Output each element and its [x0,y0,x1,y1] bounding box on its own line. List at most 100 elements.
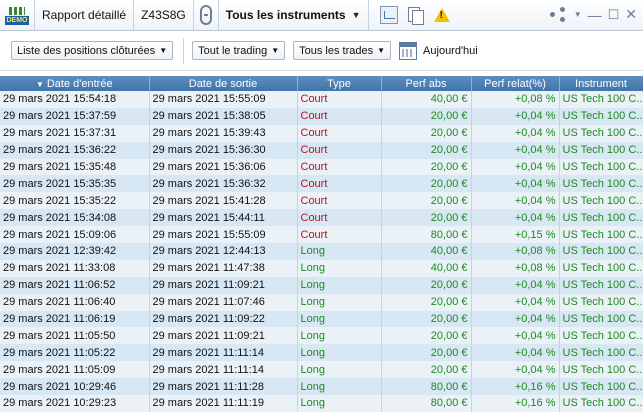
table-row[interactable]: 29 mars 2021 10:29:23 29 mars 2021 11:11:… [0,395,643,412]
column-header-instrument[interactable]: Instrument [559,76,643,91]
column-header-perf-rel[interactable]: Perf relat(%) [471,76,560,91]
perf-abs-cell: 20,00 € [381,327,472,345]
perf-rel-cell: +0,15 % [471,226,560,244]
perf-abs-cell: 20,00 € [381,344,472,362]
type-cell: Long [297,327,382,345]
demo-badge-label: DEMO [5,16,29,25]
instrument-cell: US Tech 100 C... [559,243,643,260]
entry-date-cell: 29 mars 2021 15:09:06 [0,226,150,244]
calendar-icon[interactable] [399,41,418,60]
exit-date-cell: 29 mars 2021 11:11:19 [149,395,298,412]
table-row[interactable]: 29 mars 2021 15:54:18 29 mars 2021 15:55:… [0,91,643,108]
column-header-entry-date[interactable]: ▼ Date d'entrée [0,76,150,91]
type-cell: Long [297,395,382,412]
table-row[interactable]: 29 mars 2021 11:33:08 29 mars 2021 11:47:… [0,259,643,277]
instrument-cell: US Tech 100 C... [559,378,643,396]
table-row[interactable]: 29 mars 2021 11:06:40 29 mars 2021 11:07:… [0,293,643,311]
perf-abs-cell: 20,00 € [381,293,472,311]
chart-icon[interactable] [379,6,398,24]
table-row[interactable]: 29 mars 2021 11:05:22 29 mars 2021 11:11:… [0,344,643,362]
perf-abs-cell: 20,00 € [381,158,472,176]
link-icon [199,5,212,25]
link-toggle[interactable] [194,0,219,30]
table-row[interactable]: 29 mars 2021 15:37:59 29 mars 2021 15:38:… [0,107,643,125]
type-cell: Long [297,243,382,260]
table-row[interactable]: 29 mars 2021 15:37:31 29 mars 2021 15:39:… [0,124,643,142]
trading-filter-dropdown[interactable]: Tout le trading ▼ [192,41,286,60]
positions-filter-dropdown[interactable]: Liste des positions clôturées ▼ [11,41,174,60]
exit-date-cell: 29 mars 2021 15:55:09 [149,226,298,244]
type-cell: Long [297,310,382,328]
date-range-label[interactable]: Aujourd'hui [423,45,478,57]
perf-rel-cell: +0,04 % [471,192,560,210]
report-title-label: Rapport détaillé [42,8,127,22]
table-row[interactable]: 29 mars 2021 11:06:19 29 mars 2021 11:09:… [0,310,643,328]
perf-rel-cell: +0,04 % [471,141,560,159]
perf-abs-cell: 80,00 € [381,226,472,244]
table-row[interactable]: 29 mars 2021 11:05:09 29 mars 2021 11:11:… [0,361,643,379]
table-row[interactable]: 29 mars 2021 12:39:42 29 mars 2021 12:44:… [0,243,643,260]
table-row[interactable]: 29 mars 2021 15:34:08 29 mars 2021 15:44:… [0,209,643,227]
sort-desc-icon: ▼ [35,79,44,89]
table-row[interactable]: 29 mars 2021 10:29:46 29 mars 2021 11:11:… [0,378,643,396]
exit-date-cell: 29 mars 2021 12:44:13 [149,243,298,260]
column-header-type[interactable]: Type [297,76,382,91]
instrument-cell: US Tech 100 C... [559,310,643,328]
entry-date-cell: 29 mars 2021 10:29:23 [0,395,150,412]
trades-filter-dropdown[interactable]: Tous les trades ▼ [293,41,392,60]
perf-abs-cell: 40,00 € [381,243,472,260]
exit-date-cell: 29 mars 2021 15:36:06 [149,158,298,176]
column-header-exit-date[interactable]: Date de sortie [149,76,298,91]
entry-date-cell: 29 mars 2021 11:05:09 [0,361,150,379]
exit-date-cell: 29 mars 2021 11:11:28 [149,378,298,396]
entry-date-cell: 29 mars 2021 11:05:22 [0,344,150,362]
entry-date-cell: 29 mars 2021 15:37:59 [0,107,150,125]
perf-abs-cell: 20,00 € [381,141,472,159]
type-cell: Court [297,209,382,227]
exit-date-cell: 29 mars 2021 11:47:38 [149,259,298,277]
entry-date-cell: 29 mars 2021 11:06:52 [0,276,150,294]
exit-date-cell: 29 mars 2021 11:11:14 [149,344,298,362]
table-row[interactable]: 29 mars 2021 15:09:06 29 mars 2021 15:55:… [0,226,643,244]
chevron-down-icon: ▼ [159,46,168,55]
report-title[interactable]: Rapport détaillé [35,0,135,30]
table-row[interactable]: 29 mars 2021 15:35:22 29 mars 2021 15:41:… [0,192,643,210]
type-cell: Long [297,276,382,294]
perf-abs-cell: 20,00 € [381,361,472,379]
toolbar-divider [183,37,185,64]
warning-icon[interactable]: ! [433,8,450,22]
entry-date-cell: 29 mars 2021 11:06:40 [0,293,150,311]
share-icon[interactable] [549,6,566,23]
entry-date-cell: 29 mars 2021 15:37:31 [0,124,150,142]
minimize-icon[interactable]: — [588,7,602,23]
table-row[interactable]: 29 mars 2021 15:36:22 29 mars 2021 15:36:… [0,141,643,159]
instrument-cell: US Tech 100 C... [559,327,643,345]
type-cell: Court [297,226,382,244]
share-dropdown-icon[interactable]: ▼ [574,10,582,19]
account-id[interactable]: Z43S8G [134,0,194,30]
perf-rel-cell: +0,04 % [471,209,560,227]
instrument-cell: US Tech 100 C... [559,124,643,142]
table-row[interactable]: 29 mars 2021 15:35:35 29 mars 2021 15:36:… [0,175,643,193]
perf-rel-cell: +0,04 % [471,276,560,294]
instrument-cell: US Tech 100 C... [559,209,643,227]
perf-rel-cell: +0,04 % [471,124,560,142]
instrument-filter-dropdown[interactable]: Tous les instruments ▼ [219,0,369,30]
perf-rel-cell: +0,04 % [471,293,560,311]
instrument-cell: US Tech 100 C... [559,175,643,193]
table-row[interactable]: 29 mars 2021 15:35:48 29 mars 2021 15:36:… [0,158,643,176]
close-icon[interactable]: ✕ [625,6,637,23]
demo-icon: DEMO [5,5,29,25]
column-header-perf-abs[interactable]: Perf abs [381,76,472,91]
table-header-row: ▼ Date d'entrée Date de sortie Type Perf … [0,76,643,91]
table-row[interactable]: 29 mars 2021 11:06:52 29 mars 2021 11:09:… [0,276,643,294]
perf-rel-cell: +0,08 % [471,259,560,277]
maximize-icon[interactable]: ☐ [608,7,620,23]
entry-date-cell: 29 mars 2021 10:29:46 [0,378,150,396]
type-cell: Court [297,107,382,125]
table-row[interactable]: 29 mars 2021 11:05:50 29 mars 2021 11:09:… [0,327,643,345]
copy-icon[interactable] [406,6,424,25]
perf-rel-cell: +0,04 % [471,107,560,125]
instrument-cell: US Tech 100 C... [559,395,643,412]
type-cell: Court [297,124,382,142]
